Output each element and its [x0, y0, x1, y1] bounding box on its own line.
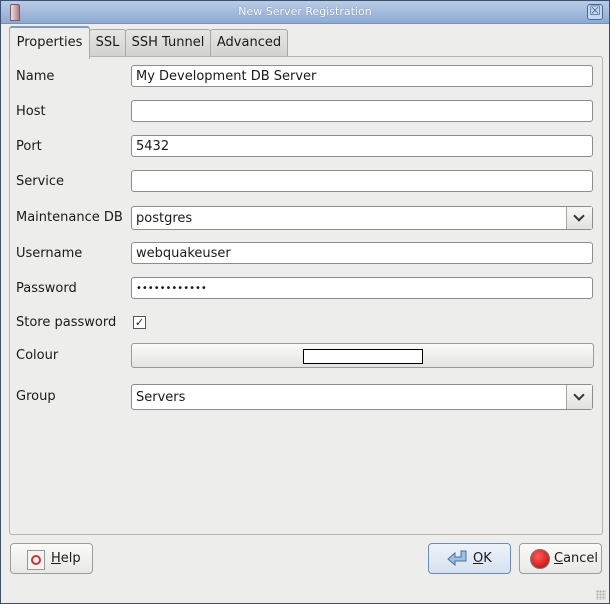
help-button[interactable]: Help [10, 543, 93, 574]
close-button[interactable]: ☒ [587, 4, 603, 20]
group-label: Group [16, 389, 56, 404]
chevron-down-icon [573, 389, 585, 401]
service-input[interactable] [131, 170, 593, 192]
stop-icon [530, 549, 550, 569]
cancel-button[interactable]: Cancel [519, 543, 602, 574]
group-combo[interactable]: Servers [131, 384, 593, 410]
service-label: Service [16, 174, 65, 189]
colour-picker-button[interactable] [131, 343, 594, 368]
host-label: Host [16, 104, 46, 119]
maintenance-db-combo[interactable]: postgres [131, 206, 593, 230]
tab-ssh-tunnel[interactable]: SSH Tunnel [125, 29, 211, 56]
store-password-label: Store password [16, 315, 117, 330]
resize-grip[interactable] [596, 590, 606, 600]
tab-advanced[interactable]: Advanced [210, 29, 288, 56]
maintenance-db-dropdown-button[interactable] [566, 207, 592, 229]
username-input[interactable]: webquakeuser [131, 242, 593, 264]
name-input[interactable]: My Development DB Server [131, 65, 593, 87]
title-bar[interactable]: New Server Registration ☒ [1, 1, 609, 24]
username-label: Username [16, 246, 83, 261]
checkmark-icon: ✓ [134, 316, 145, 329]
group-value: Servers [136, 390, 186, 405]
host-input[interactable] [131, 100, 593, 122]
help-icon [27, 550, 45, 570]
password-label: Password [16, 281, 77, 296]
port-label: Port [16, 139, 42, 154]
return-arrow-icon [447, 550, 467, 567]
colour-swatch [303, 349, 423, 364]
name-label: Name [16, 69, 55, 84]
tab-properties[interactable]: Properties [9, 26, 90, 59]
tab-ssl[interactable]: SSL [89, 29, 126, 56]
ok-button[interactable]: OK [428, 543, 511, 574]
chevron-down-icon [573, 210, 585, 222]
maintenance-db-value: postgres [136, 211, 193, 226]
colour-label: Colour [16, 348, 59, 363]
close-icon: ☒ [589, 4, 601, 19]
window-title: New Server Registration [238, 5, 372, 18]
dialog-window: New Server Registration ☒ Properties SSL… [0, 0, 610, 604]
group-dropdown-button[interactable] [566, 385, 592, 409]
maintenance-db-label: Maintenance DB [16, 210, 123, 225]
password-input[interactable]: •••••••••••• [131, 277, 593, 299]
store-password-checkbox[interactable]: ✓ [133, 316, 146, 329]
port-input[interactable]: 5432 [131, 135, 593, 157]
